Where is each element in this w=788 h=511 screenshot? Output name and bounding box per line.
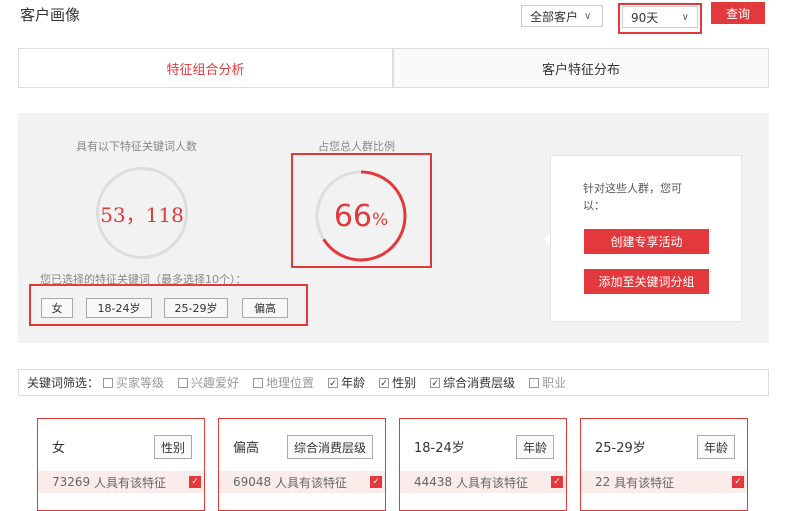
days-select[interactable]: 90天 ∨ [622, 6, 698, 28]
filter-item-label: 兴趣爱好 [191, 376, 240, 390]
card-category: 综合消费层级 [286, 435, 373, 459]
card-suffix: 人具有该特征 [456, 475, 529, 490]
count-circle: 53，118 [96, 167, 188, 259]
customer-select[interactable]: 全部客户 ∨ [521, 5, 603, 27]
card-category: 年龄 [696, 435, 735, 459]
add-to-keyword-group-button[interactable]: 添加至关键词分组 [584, 269, 709, 294]
count-label: 具有以下特征关键词人数 [76, 140, 197, 153]
count-value: 53，118 [100, 202, 184, 227]
checkbox[interactable] [178, 377, 189, 388]
card-name: 25-29岁 [595, 441, 646, 456]
ratio-text: 66 % [311, 166, 411, 266]
filter-gender[interactable]: ✓ 性别 [379, 374, 416, 391]
check-icon[interactable]: ✓ [551, 476, 563, 488]
action-box: 针对这些人群，您可以： 创建专享活动 添加至关键词分组 [550, 155, 742, 322]
keyword-filter-bar: 关键词筛选： 买家等级 兴趣爱好 地理位置 ✓ 年龄 ✓ 性别 ✓ 综合消费层级 职业 [18, 369, 769, 396]
customer-select-value: 全部客户 [530, 9, 579, 24]
card-name: 女 [52, 441, 66, 456]
check-icon[interactable]: ✓ [189, 476, 201, 488]
filter-item-label: 综合消费层级 [443, 376, 516, 390]
tab-feature-distribution[interactable]: 客户特征分布 [393, 48, 769, 88]
checkbox-checked[interactable]: ✓ [328, 377, 339, 389]
filter-item-label: 性别 [392, 376, 417, 390]
card-suffix: 人具有该特征 [275, 475, 348, 490]
feature-card[interactable]: 18-24岁 年龄 44438 人具有该特征 ✓ [399, 418, 567, 511]
query-button[interactable]: 查询 [711, 2, 765, 24]
check-icon[interactable]: ✓ [732, 476, 744, 488]
card-footer: 73269 人具有该特征 ✓ [38, 471, 204, 493]
filter-age[interactable]: ✓ 年龄 [328, 374, 365, 391]
analysis-panel: 具有以下特征关键词人数 53，118 占您总人群比例 66 % 您已选择的特征关… [18, 113, 769, 343]
ratio-value: 66 [333, 198, 373, 234]
filter-item-label: 职业 [542, 376, 567, 390]
filter-occupation[interactable]: 职业 [529, 374, 566, 391]
page-title: 客户画像 [20, 6, 81, 24]
check-icon[interactable]: ✓ [370, 476, 382, 488]
ratio-label: 占您总人群比例 [318, 140, 395, 153]
card-name: 18-24岁 [414, 441, 465, 456]
create-activity-button[interactable]: 创建专享活动 [584, 229, 709, 254]
card-count: 73269 [52, 475, 91, 489]
selected-tag[interactable]: 女 [41, 298, 73, 318]
days-select-value: 90天 [631, 10, 659, 25]
card-footer: 69048 人具有该特征 ✓ [219, 471, 385, 493]
ratio-unit: % [372, 210, 389, 230]
ratio-gauge: 66 % [311, 166, 411, 266]
feature-card[interactable]: 25-29岁 年龄 22 具有该特征 ✓ [580, 418, 748, 511]
selected-tag[interactable]: 18-24岁 [86, 298, 152, 318]
filter-interests[interactable]: 兴趣爱好 [178, 374, 239, 391]
card-suffix: 人具有该特征 [94, 475, 167, 490]
card-suffix: 具有该特征 [614, 475, 675, 490]
checkbox[interactable] [253, 377, 264, 388]
checkbox[interactable] [103, 377, 114, 388]
tab-feature-combination[interactable]: 特征组合分析 [18, 48, 393, 88]
feature-card[interactable]: 偏高 综合消费层级 69048 人具有该特征 ✓ [218, 418, 386, 511]
card-count: 69048 [233, 475, 272, 489]
card-footer: 22 具有该特征 ✓ [581, 471, 747, 493]
selected-tag[interactable]: 25-29岁 [164, 298, 228, 318]
filter-item-label: 年龄 [341, 376, 366, 390]
filter-buyer-level[interactable]: 买家等级 [103, 374, 164, 391]
card-name: 偏高 [233, 441, 260, 456]
filter-consumption-level[interactable]: ✓ 综合消费层级 [430, 374, 515, 391]
action-title: 针对这些人群，您可以： [583, 182, 682, 212]
checkbox-checked[interactable]: ✓ [379, 377, 390, 389]
selected-tag[interactable]: 偏高 [242, 298, 288, 318]
card-category: 性别 [153, 435, 192, 459]
filter-item-label: 买家等级 [116, 376, 165, 390]
filter-item-label: 地理位置 [266, 376, 315, 390]
feature-card[interactable]: 女 性别 73269 人具有该特征 ✓ [37, 418, 205, 511]
tabs-divider [18, 87, 769, 88]
card-footer: 44438 人具有该特征 ✓ [400, 471, 566, 493]
card-count: 22 [595, 475, 611, 489]
checkbox-checked[interactable]: ✓ [430, 377, 441, 389]
chevron-down-icon: ∨ [584, 10, 592, 22]
filter-label: 关键词筛选： [27, 376, 100, 390]
card-category: 年龄 [515, 435, 554, 459]
filter-location[interactable]: 地理位置 [253, 374, 314, 391]
card-count: 44438 [414, 475, 453, 489]
checkbox[interactable] [529, 377, 540, 388]
chevron-down-icon: ∨ [681, 11, 689, 23]
